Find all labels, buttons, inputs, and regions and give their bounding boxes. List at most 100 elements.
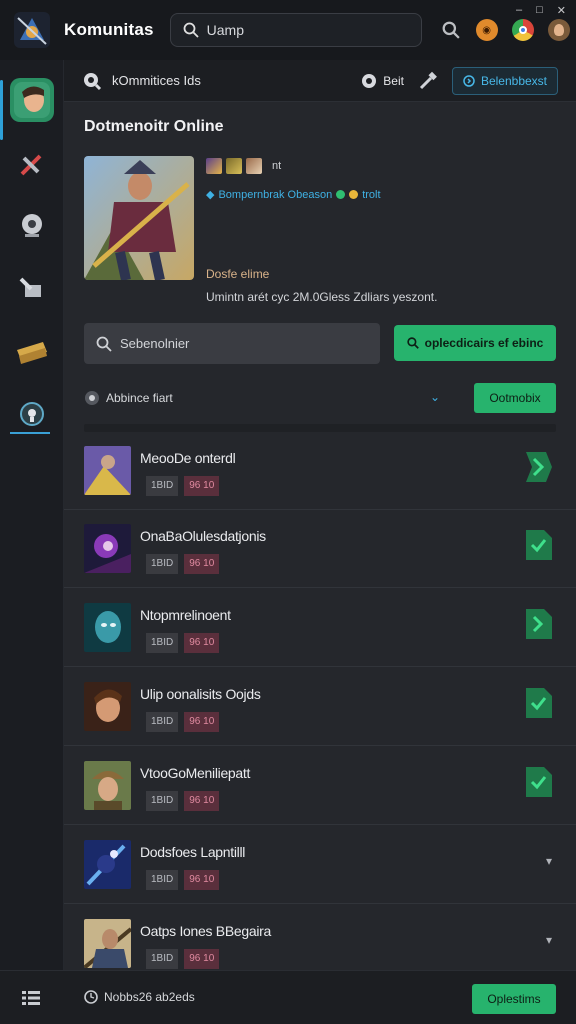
status-suffix: trolt	[362, 188, 381, 201]
row-thumbnail	[84, 919, 131, 968]
minimize-button[interactable]: –	[516, 4, 522, 17]
hero-mini-thumbs: nt	[206, 158, 281, 174]
hero-label: Dosfe elime	[206, 267, 270, 281]
gold-dot-icon	[349, 190, 359, 199]
sidebar-item-camera[interactable]	[10, 204, 54, 248]
row-title: Ulip oonalisits Oojds	[140, 686, 261, 702]
maximize-button[interactable]: □	[536, 4, 543, 17]
mini-thumb-1[interactable]	[206, 158, 222, 174]
search-icon	[183, 22, 199, 38]
row-arrow-action-icon[interactable]	[524, 607, 554, 641]
app-title: Komunitas	[64, 20, 154, 39]
list-item[interactable]: Ulip oonalisits Oojds 1BID 96 10	[64, 668, 576, 746]
row-tag-id: 1BID	[146, 949, 179, 969]
primary-action-button[interactable]: oplecdicairs ef ebinc	[394, 325, 556, 361]
mini-thumb-3[interactable]	[246, 158, 262, 174]
status-text: Bompernbrak Obeason	[218, 188, 333, 201]
row-title: Oatps Iones BBegaira	[140, 923, 271, 939]
player-search-input[interactable]: Sebenolnier	[84, 323, 380, 364]
list-item[interactable]: Dodsfoes Lapntilll 1BID 96 10 ▾	[64, 826, 576, 904]
mini-thumb-2[interactable]	[226, 158, 242, 174]
sub-header: kOmmitices Ids Beit Belenbbexst	[64, 60, 576, 102]
row-tags: 1BID 96 10	[140, 949, 225, 969]
edit-button[interactable]: Beit	[361, 73, 404, 89]
list-item[interactable]: Ntopmrelinoent 1BID 96 10	[64, 589, 576, 667]
settings-icon	[20, 402, 44, 426]
row-title: Ntopmrelinoent	[140, 607, 231, 623]
sidebar-item-tools[interactable]	[10, 266, 54, 310]
app-logo-icon[interactable]	[12, 10, 52, 50]
row-arrow-action-icon[interactable]	[524, 450, 554, 484]
player-search-placeholder: Sebenolnier	[120, 336, 190, 351]
app-window: Komunitas Uamp ◉ – □ ✕ kOmmitices Ids Be…	[0, 0, 576, 1024]
hero-status: ◆ Bompernbrak Obeason trolt	[206, 188, 381, 202]
row-thumbnail	[84, 446, 131, 495]
list-item[interactable]: OnaBaOlulesdatjonis 1BID 96 10	[64, 510, 576, 588]
row-check-action-icon[interactable]	[524, 686, 554, 720]
sidebar-active-indicator	[0, 80, 3, 140]
search-icon	[96, 336, 112, 352]
crossed-swords-icon	[20, 154, 42, 176]
avatar-icon	[14, 82, 50, 118]
clock-icon	[84, 990, 98, 1004]
sidebar-item-weapons[interactable]	[10, 142, 54, 186]
sidebar	[0, 60, 64, 970]
pumpkin-icon[interactable]: ◉	[475, 19, 498, 41]
row-expand-chevron-icon[interactable]: ▾	[546, 854, 552, 868]
list-divider	[84, 424, 556, 432]
row-check-action-icon[interactable]	[524, 528, 554, 562]
row-tag-value: 96 10	[184, 791, 220, 811]
list-item[interactable]: MeooDe onterdl 1BID 96 10	[64, 432, 576, 510]
sidebar-item-settings[interactable]	[10, 392, 54, 436]
row-title: OnaBaOlulesdatjonis	[140, 528, 266, 544]
row-check-action-icon[interactable]	[524, 765, 554, 799]
options-button[interactable]: Oplestims	[472, 984, 556, 1014]
filter-dropdown-chevron-icon[interactable]: ⌄	[430, 390, 440, 404]
section-title: Dotmenoitr Online	[84, 118, 224, 135]
search-bubble-icon	[82, 71, 102, 96]
hero-description: Umintn arét cyc 2M.0Gless Zdliars yeszon…	[206, 290, 438, 304]
user-avatar-icon[interactable]	[547, 19, 570, 41]
row-tag-id: 1BID	[146, 791, 179, 811]
row-thumbnail	[84, 761, 131, 810]
sidebar-item-profile[interactable]	[10, 78, 54, 122]
row-expand-chevron-icon[interactable]: ▾	[546, 933, 552, 947]
online-dot-icon	[336, 190, 346, 199]
row-tag-id: 1BID	[146, 476, 179, 496]
filter-icon	[85, 391, 99, 405]
chrome-icon[interactable]	[511, 19, 534, 41]
search-icon-button[interactable]	[440, 19, 462, 41]
close-button[interactable]: ✕	[557, 4, 566, 17]
row-tag-value: 96 10	[184, 712, 220, 732]
menu-icon[interactable]	[22, 991, 40, 1005]
hero-thumb-note: nt	[272, 160, 282, 172]
row-tag-value: 96 10	[184, 554, 220, 574]
globe-icon	[362, 74, 377, 88]
row-tags: 1BID 96 10	[140, 554, 225, 574]
list-item[interactable]: VtooGoMeniliepatt 1BID 96 10	[64, 747, 576, 825]
row-tags: 1BID 96 10	[140, 791, 225, 811]
row-tag-id: 1BID	[146, 554, 179, 574]
sidebar-item-inventory[interactable]	[10, 330, 54, 374]
camera-icon	[22, 214, 42, 237]
search-input[interactable]: Uamp	[169, 13, 422, 47]
bottom-bar: Nobbs26 ab2eds Oplestims	[0, 970, 576, 1024]
row-tags: 1BID 96 10	[140, 712, 225, 732]
filter-button[interactable]: Ootmobix	[474, 383, 556, 413]
tools-button[interactable]	[418, 71, 438, 91]
primary-action-label: oplecdicairs ef ebinc	[424, 336, 544, 350]
row-tag-id: 1BID	[146, 870, 179, 890]
hero-image[interactable]	[84, 156, 194, 280]
row-title: VtooGoMeniliepatt	[140, 765, 251, 781]
breadcrumb: kOmmitices Ids	[112, 73, 201, 88]
row-tag-value: 96 10	[184, 949, 220, 969]
row-tags: 1BID 96 10	[140, 633, 225, 653]
chest-icon	[17, 342, 47, 364]
row-thumbnail	[84, 603, 131, 652]
row-title: MeooDe onterdl	[140, 450, 236, 466]
search-small-icon	[406, 337, 419, 349]
settings-toggle-button[interactable]: Belenbbexst	[451, 67, 558, 95]
settings-toggle-label: Belenbbexst	[480, 74, 547, 88]
row-tag-id: 1BID	[146, 633, 179, 653]
status-bullet: ◆	[206, 189, 215, 201]
